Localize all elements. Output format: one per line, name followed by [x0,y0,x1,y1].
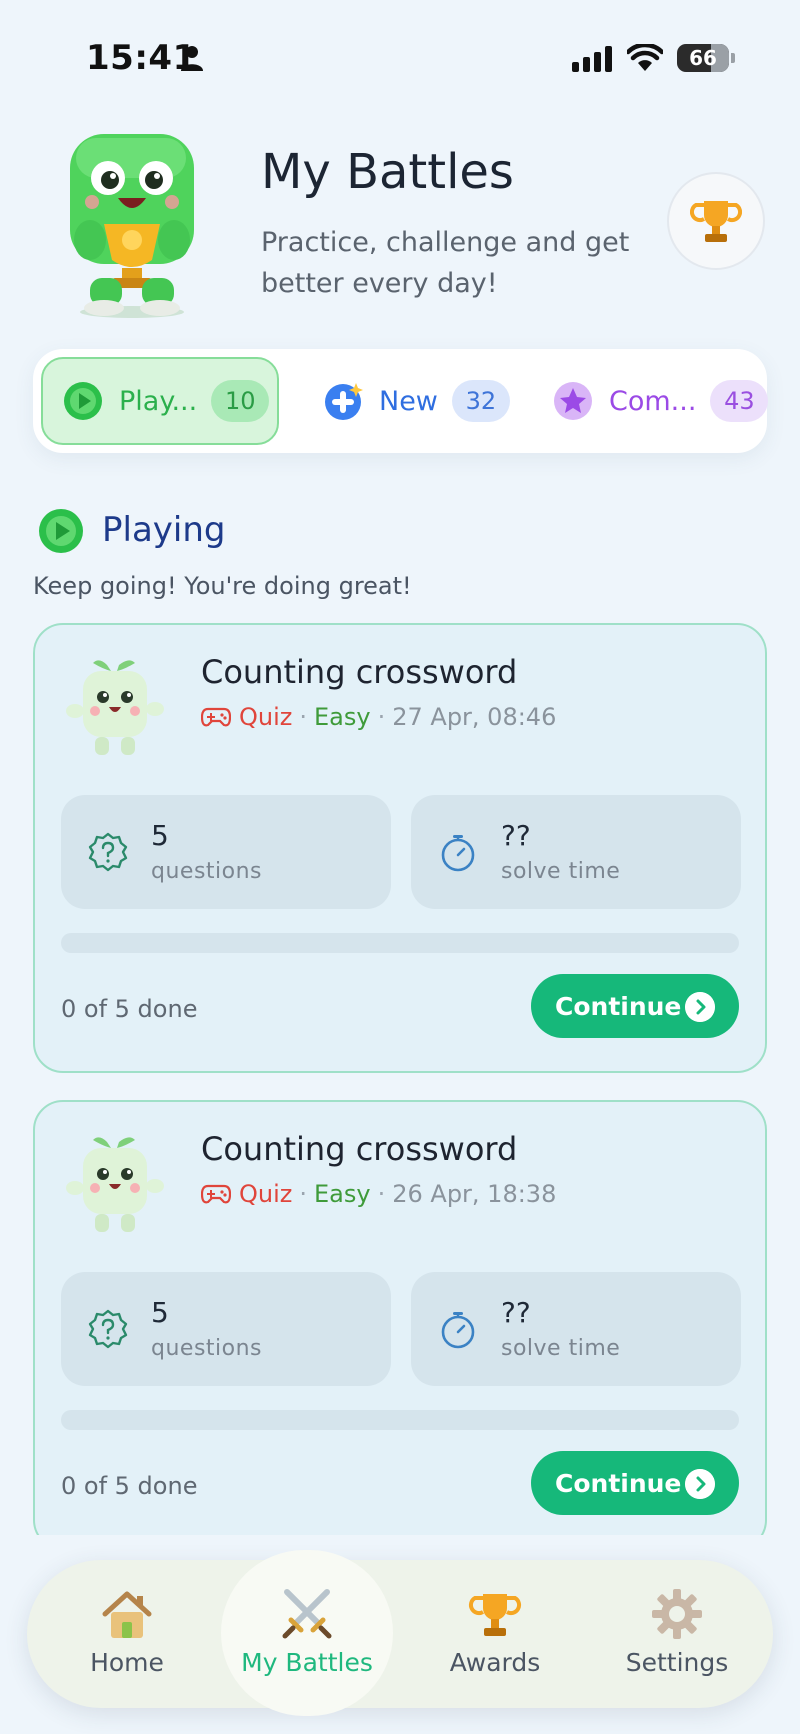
nav-settings[interactable]: Settings [607,1560,747,1708]
filter-tabs: Play... 10 New 32 Com... 43 [33,349,769,453]
battle-type: Quiz [239,1180,293,1208]
questions-label: questions [151,1336,263,1361]
stopwatch-icon [441,1312,475,1349]
solve-time-stat: ?? solve time [411,1272,741,1386]
questions-count: 5 [151,1296,169,1329]
trophy-button[interactable] [667,172,765,270]
progress-text: 0 of 5 done [61,1472,198,1500]
question-badge-icon [88,1309,128,1349]
solve-time-label: solve time [501,1336,621,1361]
mascot-trophy-illustration [70,134,194,318]
section-subtitle: Keep going! You're doing great! [33,572,412,600]
battery-icon: 66 [677,44,729,72]
battle-type: Quiz [239,703,293,731]
nav-my-battles[interactable]: My Battles [221,1550,393,1716]
question-badge-icon [88,832,128,872]
solve-time-stat: ?? solve time [411,795,741,909]
battle-date: 26 Apr, 18:38 [392,1180,557,1208]
questions-label: questions [151,859,263,884]
solve-time-value: ?? [501,1296,531,1329]
solve-time-value: ?? [501,819,531,852]
section-title: Playing [102,510,226,550]
battle-list[interactable]: Counting crossword Quiz · Easy · 27 Apr,… [33,623,767,1535]
tab-playing[interactable]: Play... 10 [41,357,279,445]
chevron-right-icon [685,1469,715,1499]
tab-new[interactable]: New 32 [303,357,510,445]
crossed-swords-icon [282,1589,332,1639]
meta-separator: · [377,1180,386,1208]
trophy-icon [690,201,742,242]
continue-button[interactable]: Continue [531,1451,739,1515]
battery-level: 66 [689,46,717,70]
nav-label: Awards [449,1648,541,1677]
nav-label: Settings [625,1648,729,1677]
gamepad-icon [201,707,231,727]
person-icon [181,46,203,71]
stopwatch-icon [441,835,475,872]
progress-bar [61,933,739,953]
continue-button[interactable]: Continue [531,974,739,1038]
nav-awards[interactable]: Awards [425,1560,565,1708]
bottom-nav: Home My Battles Awards Settings [27,1550,773,1716]
questions-count: 5 [151,819,169,852]
meta-separator: · [299,1180,308,1208]
cellular-signal-icon [572,46,612,72]
battle-card[interactable]: Counting crossword Quiz · Easy · 27 Apr,… [33,623,767,1073]
tab-label: Com... [609,385,697,417]
play-icon [64,382,102,420]
meta-separator: · [299,703,308,731]
difficulty-level: Easy [314,1180,371,1208]
battery-nub [731,53,735,63]
nav-label: My Battles [241,1648,373,1677]
continue-label: Continue [555,991,682,1021]
mascot-illustration [66,660,164,755]
battle-date: 27 Apr, 08:46 [392,703,557,731]
gamepad-icon [201,1184,231,1204]
battle-card[interactable]: Counting crossword Quiz · Easy · 26 Apr,… [33,1100,767,1535]
star-icon [554,382,592,420]
gear-icon [652,1589,702,1639]
tab-count-badge: 43 [710,380,769,422]
play-icon [39,509,83,553]
difficulty-level: Easy [314,703,371,731]
tab-label: New [379,385,438,417]
solve-time-label: solve time [501,859,621,884]
card-title: Counting crossword [201,653,518,691]
meta-separator: · [377,703,386,731]
card-meta: Quiz · Easy · 26 Apr, 18:38 [201,1180,556,1208]
plus-icon [325,383,363,420]
card-title: Counting crossword [201,1130,518,1168]
nav-label: Home [90,1648,164,1677]
tab-count-badge: 32 [451,380,510,422]
tab-label: Play... [119,385,198,417]
page-title: My Battles [261,144,514,200]
progress-text: 0 of 5 done [61,995,198,1023]
card-meta: Quiz · Easy · 27 Apr, 08:46 [201,703,556,731]
questions-stat: 5 questions [61,1272,391,1386]
mascot-illustration [66,1137,164,1232]
nav-home[interactable]: Home [67,1560,187,1708]
tab-completed[interactable]: Com... 43 [533,357,773,445]
progress-bar [61,1410,739,1430]
tab-count-badge: 10 [211,380,270,422]
questions-stat: 5 questions [61,795,391,909]
page-subtitle: Practice, challenge and get better every… [261,227,630,299]
chevron-right-icon [685,992,715,1022]
status-bar: 15:41 66 [0,0,800,118]
house-icon [102,1591,152,1638]
wifi-icon [627,44,663,71]
continue-label: Continue [555,1468,682,1498]
trophy-icon [468,1594,522,1636]
